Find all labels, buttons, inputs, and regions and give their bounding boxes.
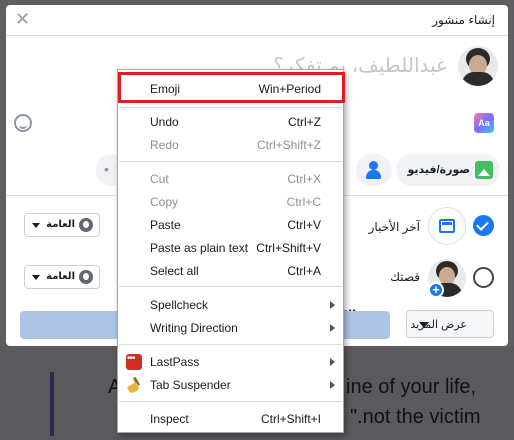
tag-people-icon — [366, 161, 382, 179]
news-feed-check-icon[interactable] — [473, 215, 494, 236]
close-icon[interactable]: ✕ — [15, 10, 30, 28]
menu-item-cut[interactable]: Cut Ctrl+X — [118, 168, 343, 190]
submenu-arrow-icon — [330, 324, 335, 332]
photo-video-label: صورة/فيديو — [407, 164, 470, 176]
story-label: قصتك — [390, 270, 420, 284]
news-feed-icon — [428, 207, 466, 245]
menu-item-undo[interactable]: Undo Ctrl+Z — [118, 111, 343, 133]
menu-separator — [119, 344, 342, 345]
user-avatar[interactable] — [458, 46, 498, 86]
menu-separator — [119, 286, 342, 287]
story-check-icon[interactable] — [473, 267, 494, 288]
story-audience-select[interactable]: العامة — [24, 265, 100, 289]
news-feed-label: آخر الأخبار — [368, 220, 420, 234]
lastpass-icon — [126, 353, 142, 370]
text-background-icon[interactable]: Aa — [474, 113, 494, 133]
menu-item-paste-plain-text[interactable]: Paste as plain text Ctrl+Shift+V — [118, 237, 343, 259]
add-story-icon: + — [428, 282, 444, 298]
menu-item-redo[interactable]: Redo Ctrl+Shift+Z — [118, 134, 343, 156]
dialog-title: إنشاء منشور — [432, 13, 495, 27]
tag-people-button[interactable] — [356, 154, 392, 186]
audience-label: العامة — [46, 271, 75, 282]
menu-item-inspect[interactable]: Inspect Ctrl+Shift+I — [118, 408, 343, 430]
menu-item-select-all[interactable]: Select all Ctrl+A — [118, 260, 343, 282]
context-menu: Emoji Win+Period Undo Ctrl+Z Redo Ctrl+S… — [117, 69, 345, 433]
broom-icon — [126, 376, 142, 395]
quote-bar — [50, 372, 54, 436]
menu-separator — [119, 161, 342, 162]
submenu-arrow-icon — [330, 358, 335, 366]
quote-text-line2: ".not the victim — [350, 406, 481, 428]
globe-icon — [79, 218, 93, 232]
caret-down-icon — [419, 322, 429, 328]
submenu-arrow-icon — [330, 381, 335, 389]
menu-item-spellcheck[interactable]: Spellcheck — [118, 294, 343, 316]
menu-item-copy[interactable]: Copy Ctrl+C — [118, 191, 343, 213]
submenu-arrow-icon — [330, 301, 335, 309]
globe-icon — [79, 270, 93, 284]
emoji-picker-icon[interactable] — [14, 114, 32, 132]
dialog-header: ✕ إنشاء منشور — [6, 5, 508, 36]
photo-icon — [475, 161, 493, 179]
audience-label: العامة — [46, 219, 75, 230]
emoji-highlight-box — [118, 72, 345, 103]
menu-item-writing-direction[interactable]: Writing Direction — [118, 317, 343, 339]
news-feed-audience-select[interactable]: العامة — [24, 213, 100, 237]
menu-item-paste[interactable]: Paste Ctrl+V — [118, 214, 343, 236]
quote-text-right: ine of your life, — [346, 376, 477, 398]
menu-item-lastpass[interactable]: LastPass — [118, 351, 343, 373]
photo-video-button[interactable]: صورة/فيديو — [396, 154, 500, 186]
show-more-button[interactable]: عرض المزيد — [406, 310, 494, 338]
caret-down-icon — [32, 275, 40, 280]
menu-separator — [119, 107, 342, 108]
menu-item-tab-suspender[interactable]: Tab Suspender — [118, 374, 343, 396]
caret-down-icon — [32, 223, 40, 228]
menu-separator — [119, 401, 342, 402]
